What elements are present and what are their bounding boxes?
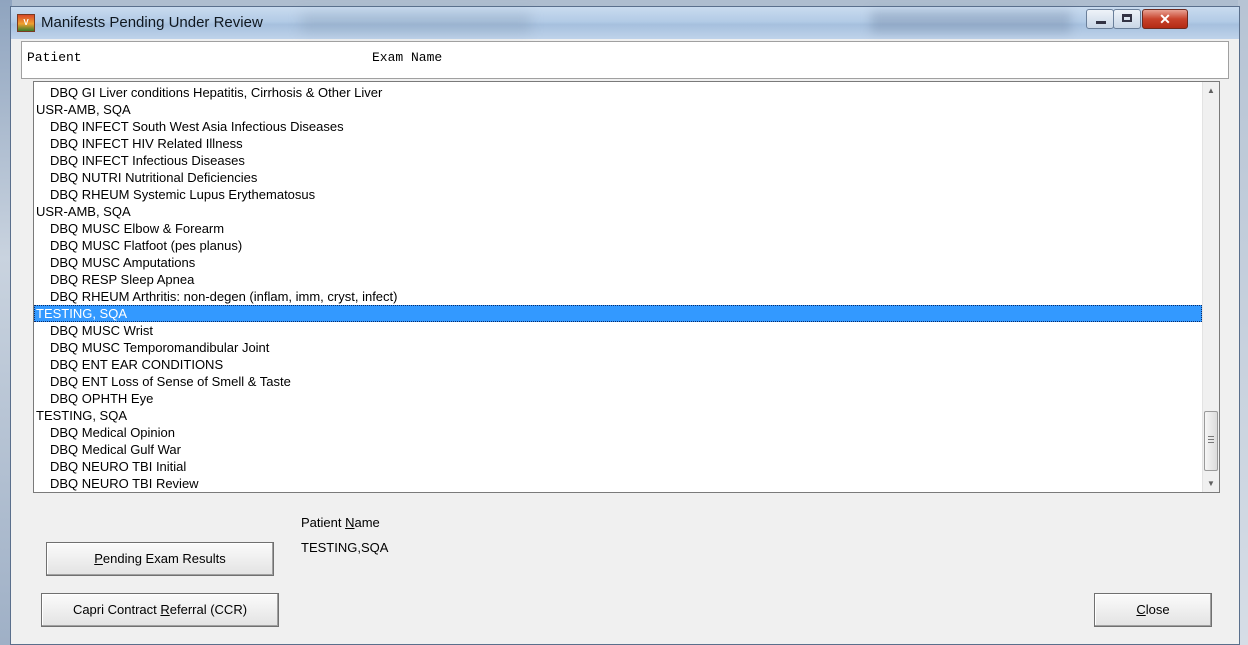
maximize-icon [1122, 14, 1132, 22]
list-item-exam[interactable]: DBQ ENT Loss of Sense of Smell & Taste [34, 373, 1202, 390]
list-item-exam[interactable]: DBQ RESP Sleep Apnea [34, 271, 1202, 288]
list-item-exam[interactable]: DBQ NEURO TBI Review [34, 475, 1202, 492]
list-item-exam[interactable]: DBQ INFECT South West Asia Infectious Di… [34, 118, 1202, 135]
list-item-patient[interactable]: TESTING, SQA [34, 305, 1202, 322]
close-icon: ✕ [1159, 11, 1171, 27]
close-button[interactable]: Close [1094, 593, 1212, 627]
title-bar[interactable]: V Manifests Pending Under Review ✕ [11, 7, 1239, 39]
list-item-exam[interactable]: DBQ NUTRI Nutritional Deficiencies [34, 169, 1202, 186]
list-item-exam[interactable]: DBQ GI Liver conditions Hepatitis, Cirrh… [34, 84, 1202, 101]
list-item-exam[interactable]: DBQ MUSC Wrist [34, 322, 1202, 339]
list-item-exam[interactable]: DBQ RHEUM Systemic Lupus Erythematosus [34, 186, 1202, 203]
list-item-exam[interactable]: DBQ NEURO TBI Initial [34, 458, 1202, 475]
column-header: Patient Exam Name [21, 41, 1229, 79]
list-item-exam[interactable]: DBQ ENT EAR CONDITIONS [34, 356, 1202, 373]
scroll-down-arrow-icon[interactable]: ▼ [1203, 475, 1219, 492]
vertical-scrollbar[interactable]: ▲ ▼ [1202, 82, 1219, 492]
list-item-exam[interactable]: DBQ MUSC Elbow & Forearm [34, 220, 1202, 237]
capri-contract-referral-button[interactable]: Capri Contract Referral (CCR) [41, 593, 279, 627]
list-item-exam[interactable]: DBQ OPHTH Eye [34, 390, 1202, 407]
list-item-patient[interactable]: TESTING, SQA [34, 407, 1202, 424]
pending-exam-results-button[interactable]: Pending Exam Results [46, 542, 274, 576]
list-item-exam[interactable]: DBQ INFECT HIV Related Illness [34, 135, 1202, 152]
minimize-button[interactable] [1086, 9, 1114, 29]
scrollbar-thumb[interactable] [1204, 411, 1218, 471]
list-item-exam[interactable]: DBQ MUSC Flatfoot (pes planus) [34, 237, 1202, 254]
capri-app-icon[interactable]: V [17, 14, 35, 32]
list-item-patient[interactable]: USR-AMB, SQA [34, 101, 1202, 118]
manifest-list-items: DBQ GI Liver conditions Hepatitis, Cirrh… [34, 84, 1202, 492]
list-item-exam[interactable]: DBQ Medical Opinion [34, 424, 1202, 441]
maximize-button[interactable] [1113, 9, 1141, 29]
patient-name-label: Patient Name [301, 515, 380, 530]
column-header-patient[interactable]: Patient [27, 50, 82, 65]
patient-name-value: TESTING,SQA [301, 540, 389, 555]
grip-icon [1208, 436, 1214, 437]
manifests-window: V Manifests Pending Under Review ✕ Patie… [10, 6, 1240, 645]
list-item-exam[interactable]: DBQ RHEUM Arthritis: non-degen (inflam, … [34, 288, 1202, 305]
column-header-exam-name[interactable]: Exam Name [372, 50, 442, 65]
minimize-icon [1096, 21, 1106, 24]
list-item-exam[interactable]: DBQ MUSC Amputations [34, 254, 1202, 271]
list-item-patient[interactable]: USR-AMB, SQA [34, 203, 1202, 220]
manifest-list[interactable]: DBQ GI Liver conditions Hepatitis, Cirrh… [33, 81, 1220, 493]
list-item-exam[interactable]: DBQ MUSC Temporomandibular Joint [34, 339, 1202, 356]
list-item-exam[interactable]: DBQ Medical Gulf War [34, 441, 1202, 458]
scroll-up-arrow-icon[interactable]: ▲ [1203, 82, 1219, 99]
list-item-exam[interactable]: DBQ INFECT Infectious Diseases [34, 152, 1202, 169]
window-title: Manifests Pending Under Review [41, 14, 263, 31]
close-window-button[interactable]: ✕ [1142, 9, 1188, 29]
